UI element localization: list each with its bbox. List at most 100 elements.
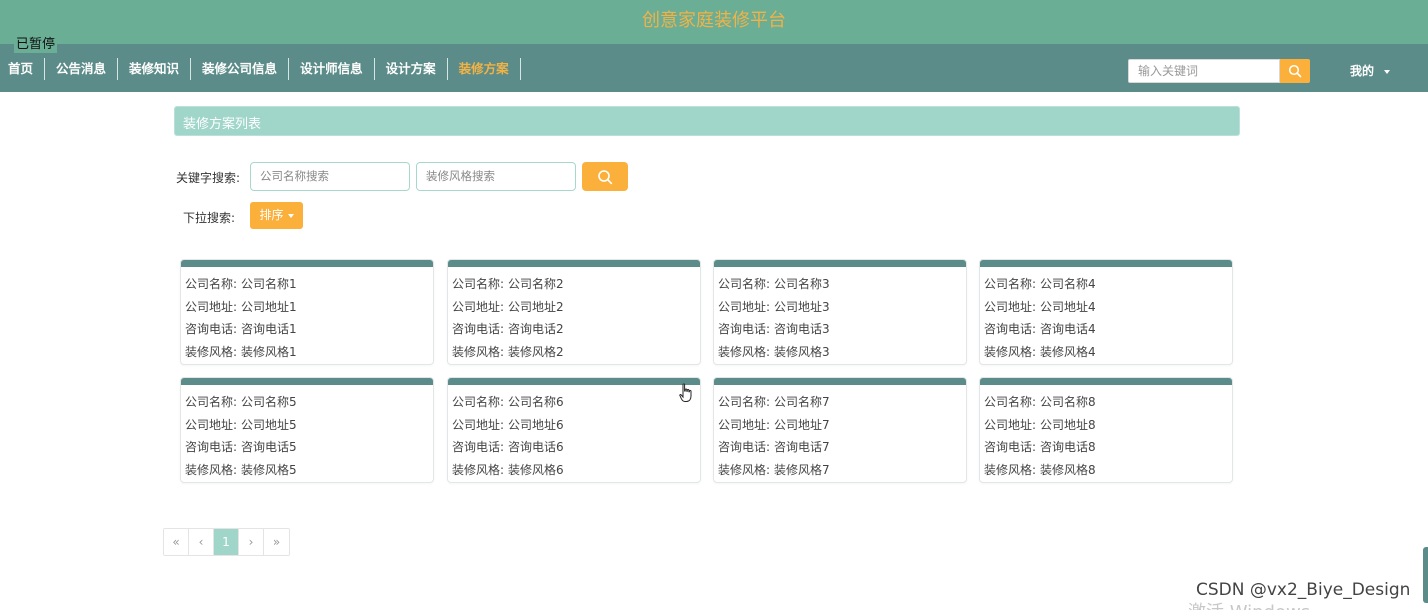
card-phone-row: 咨询电话: 咨询电话7 [718,438,830,455]
card-phone-row: 咨询电话: 咨询电话5 [185,438,297,455]
activate-windows-watermark: 激活 Windows [1188,598,1310,610]
nav-item-knowledge[interactable]: 装修知识 [118,58,192,80]
plan-card[interactable]: 公司名称: 公司名称5 公司地址: 公司地址5 咨询电话: 咨询电话5 装修风格: 装修… [180,377,434,483]
company-value: 公司名称6 [508,395,564,409]
next-page-button[interactable]: › [239,529,264,555]
card-style-row: 装修风格: 装修风格1 [185,343,297,360]
first-page-button[interactable]: « [164,529,189,555]
company-label: 公司名称: [185,277,238,291]
user-menu-label: 我的 [1350,64,1375,78]
card-style-row: 装修风格: 装修风格3 [718,343,830,360]
phone-label: 咨询电话: [718,440,771,454]
top-search-input[interactable]: 输入关键词 [1128,59,1280,83]
plan-card[interactable]: 公司名称: 公司名称2 公司地址: 公司地址2 咨询电话: 咨询电话2 装修风格: 装修… [447,259,701,365]
company-name-search-input[interactable]: 公司名称搜索 [250,162,410,191]
page-1-button[interactable]: 1 [214,529,239,555]
address-value: 公司地址3 [774,300,830,314]
style-value: 装修风格5 [241,463,297,477]
card-phone-row: 咨询电话: 咨询电话2 [452,320,564,337]
nav-item-announcements[interactable]: 公告消息 [45,58,119,80]
company-value: 公司名称5 [241,395,297,409]
keyword-search-label: 关键字搜索: [176,171,241,185]
phone-value: 咨询电话1 [241,322,297,336]
card-accent-strip [980,378,1232,385]
search-icon [598,169,613,184]
phone-value: 咨询电话3 [774,322,830,336]
company-value: 公司名称4 [1040,277,1096,291]
company-label: 公司名称: [185,395,238,409]
card-address-row: 公司地址: 公司地址7 [718,416,830,433]
card-company-row: 公司名称: 公司名称5 [185,393,297,410]
address-label: 公司地址: [984,300,1037,314]
card-company-row: 公司名称: 公司名称6 [452,393,564,410]
company-label: 公司名称: [452,277,505,291]
company-label: 公司名称: [984,277,1037,291]
phone-value: 咨询电话2 [508,322,564,336]
nav-item-decoration-plan[interactable]: 装修方案 [448,58,521,80]
card-company-row: 公司名称: 公司名称7 [718,393,830,410]
address-value: 公司地址4 [1040,300,1096,314]
card-address-row: 公司地址: 公司地址1 [185,298,297,315]
plan-card[interactable]: 公司名称: 公司名称1 公司地址: 公司地址1 咨询电话: 咨询电话1 装修风格: 装修… [180,259,434,365]
address-value: 公司地址6 [508,418,564,432]
card-address-row: 公司地址: 公司地址4 [984,298,1096,315]
plan-card[interactable]: 公司名称: 公司名称7 公司地址: 公司地址7 咨询电话: 咨询电话7 装修风格: 装修… [713,377,967,483]
address-value: 公司地址8 [1040,418,1096,432]
company-value: 公司名称2 [508,277,564,291]
card-accent-strip [181,260,433,267]
style-value: 装修风格1 [241,345,297,359]
section-title: 装修方案列表 [183,117,262,132]
style-label: 装修风格: [718,345,771,359]
style-label: 装修风格: [452,463,505,477]
plan-card[interactable]: 公司名称: 公司名称3 公司地址: 公司地址3 咨询电话: 咨询电话3 装修风格: 装修… [713,259,967,365]
user-menu[interactable]: 我的 [1350,62,1391,79]
address-value: 公司地址1 [241,300,297,314]
style-value: 装修风格8 [1040,463,1096,477]
address-value: 公司地址2 [508,300,564,314]
company-label: 公司名称: [718,395,771,409]
address-value: 公司地址5 [241,418,297,432]
address-label: 公司地址: [718,418,771,432]
card-style-row: 装修风格: 装修风格5 [185,461,297,478]
company-value: 公司名称3 [774,277,830,291]
phone-label: 咨询电话: [185,440,238,454]
site-header: 创意家庭装修平台 [0,0,1428,44]
address-label: 公司地址: [984,418,1037,432]
nav-item-home[interactable]: 首页 [0,58,46,80]
style-label: 装修风格: [452,345,505,359]
hand-pointer-icon [679,383,692,402]
card-phone-row: 咨询电话: 咨询电话8 [984,438,1096,455]
edge-side-tab[interactable] [1423,547,1428,603]
prev-page-button[interactable]: ‹ [189,529,214,555]
card-accent-strip [714,378,966,385]
address-label: 公司地址: [452,418,505,432]
nav-item-design-plan[interactable]: 设计方案 [375,58,448,80]
sort-dropdown-button[interactable]: 排序 [250,202,303,229]
card-company-row: 公司名称: 公司名称2 [452,275,564,292]
address-value: 公司地址7 [774,418,830,432]
phone-label: 咨询电话: [984,440,1037,454]
company-value: 公司名称8 [1040,395,1096,409]
top-search-button[interactable] [1280,59,1310,83]
last-page-button[interactable]: » [264,529,289,555]
site-title: 创意家庭装修平台 [642,10,786,31]
plan-card[interactable]: 公司名称: 公司名称4 公司地址: 公司地址4 咨询电话: 咨询电话4 装修风格: 装修… [979,259,1233,365]
nav-item-designer-info[interactable]: 设计师信息 [289,58,375,80]
style-label: 装修风格: [185,345,238,359]
plan-card[interactable]: 公司名称: 公司名称6 公司地址: 公司地址6 咨询电话: 咨询电话6 装修风格: 装修… [447,377,701,483]
card-address-row: 公司地址: 公司地址2 [452,298,564,315]
style-label: 装修风格: [984,463,1037,477]
nav-menu: 首页 公告消息 装修知识 装修公司信息 设计师信息 设计方案 装修方案 [0,58,521,80]
card-style-row: 装修风格: 装修风格7 [718,461,830,478]
plan-card[interactable]: 公司名称: 公司名称8 公司地址: 公司地址8 咨询电话: 咨询电话8 装修风格: 装修… [979,377,1233,483]
search-button[interactable] [582,162,628,191]
card-accent-strip [448,260,700,267]
pagination: « ‹ 1 › » [163,528,290,556]
nav-item-company-info[interactable]: 装修公司信息 [191,58,290,80]
style-search-input[interactable]: 装修风格搜索 [416,162,576,191]
style-label: 装修风格: [718,463,771,477]
style-label: 装修风格: [185,463,238,477]
phone-value: 咨询电话6 [508,440,564,454]
company-label: 公司名称: [718,277,771,291]
card-accent-strip [181,378,433,385]
